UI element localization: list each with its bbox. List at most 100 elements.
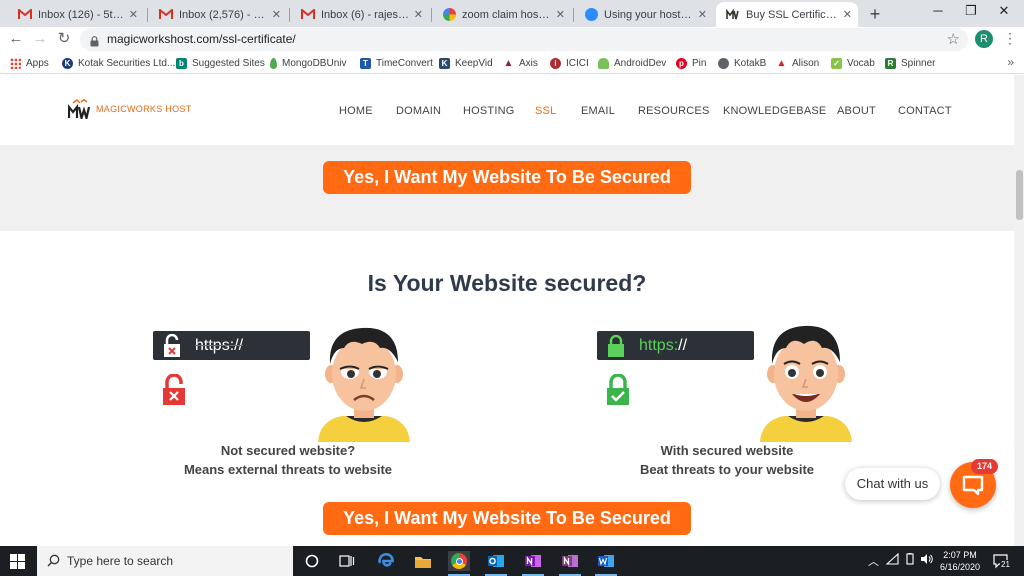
bookmark-vocab[interactable]: ✓ Vocab [831, 56, 875, 71]
bookmark-pin[interactable]: p Pin [676, 56, 706, 71]
forward-button[interactable]: → [30, 30, 50, 48]
nav-contact[interactable]: CONTACT [898, 105, 952, 117]
close-icon[interactable]: ✕ [698, 8, 707, 21]
close-icon[interactable]: ✕ [272, 8, 281, 21]
kotak-securities-icon: K [62, 58, 73, 69]
tab-title: Inbox (2,576) - rajesh.va [179, 8, 268, 21]
tab-gmail-2[interactable]: Inbox (2,576) - rajesh.va ✕ [149, 2, 287, 27]
bookmark-kotak-securities[interactable]: K Kotak Securities Ltd... [62, 56, 175, 71]
apps-grid-icon [10, 58, 21, 69]
file-explorer-icon[interactable] [412, 551, 434, 571]
site-header: MAGICWORKS HOST HOME DOMAIN HOSTING SSL … [0, 75, 1024, 145]
menu-kebab-icon[interactable]: ⋮ [1003, 30, 1017, 47]
nav-knowledgebase[interactable]: KNOWLEDGEBASE [723, 105, 826, 117]
restore-button[interactable]: ❐ [956, 3, 986, 19]
bookmark-label: TimeConvert [376, 58, 433, 69]
onenote-2016-icon[interactable] [559, 551, 581, 576]
nav-home[interactable]: HOME [339, 105, 373, 117]
tab-zoom[interactable]: Using your host key – Z ✕ [575, 2, 713, 27]
bookmark-label: ICICI [566, 58, 589, 69]
kotakb-icon [718, 58, 729, 69]
tab-ssl-certificate[interactable]: Buy SSL Certificate | Sec ✕ [716, 2, 858, 27]
clock-date: 6/16/2020 [939, 562, 981, 572]
page-scrollbar[interactable] [1014, 75, 1024, 546]
gmail-icon [18, 9, 32, 20]
secure-website-button[interactable]: Yes, I Want My Website To Be Secured [323, 161, 691, 194]
more-bookmarks-icon[interactable]: » [1007, 55, 1014, 69]
keepvid-icon: K [439, 58, 450, 69]
profile-avatar[interactable]: R [975, 30, 993, 48]
new-tab-button[interactable]: + [866, 4, 884, 25]
bookmark-kotakb[interactable]: KotakB [718, 56, 766, 71]
taskbar-search-box[interactable]: Type here to search [37, 546, 293, 576]
onenote-icon[interactable] [522, 551, 544, 576]
back-button[interactable]: ← [6, 30, 26, 48]
outlook-icon[interactable] [485, 551, 507, 576]
close-icon[interactable]: ✕ [414, 8, 423, 21]
network-icon[interactable] [885, 552, 899, 568]
nav-resources[interactable]: RESOURCES [638, 105, 709, 117]
magicworks-icon [726, 9, 740, 20]
minimize-button[interactable]: ─ [923, 3, 953, 18]
tab-title: Buy SSL Certificate | Sec [746, 8, 839, 21]
gmail-icon [301, 9, 315, 20]
tab-gmail-3[interactable]: Inbox (6) - rajesh.vartak ✕ [291, 2, 429, 27]
bookmark-spinner[interactable]: R Spinner [885, 56, 935, 71]
close-icon[interactable]: ✕ [843, 8, 852, 21]
secured-url-text: https:// [639, 337, 687, 355]
tab-google-search[interactable]: zoom claim host key - G ✕ [433, 2, 571, 27]
secure-website-button-bottom[interactable]: Yes, I Want My Website To Be Secured [323, 502, 691, 535]
tab-title: Inbox (6) - rajesh.vartak [321, 8, 410, 21]
search-placeholder: Type here to search [67, 554, 174, 568]
logo-text: MAGICWORKS HOST [96, 104, 192, 114]
address-bar[interactable]: magicworkshost.com/ssl-certificate/ ☆ [80, 28, 968, 51]
bookmark-label: Vocab [847, 58, 875, 69]
scrollbar-thumb[interactable] [1016, 170, 1023, 220]
bing-icon: b [176, 58, 187, 69]
system-clock[interactable]: 2:07 PM 6/16/2020 [937, 549, 983, 573]
bookmark-mongodb[interactable]: MongoDBUniv [270, 56, 346, 71]
icici-icon: i [550, 58, 561, 69]
close-icon[interactable]: ✕ [129, 8, 138, 21]
bookmark-label: KotakB [734, 58, 767, 69]
bookmark-androiddev[interactable]: AndroidDev [598, 56, 666, 71]
windows-start-icon[interactable] [10, 554, 25, 574]
show-hidden-icons-icon[interactable]: ︿ [868, 553, 879, 569]
secured-caption-line2: Beat threats to your website [639, 462, 815, 477]
bookmark-alison[interactable]: ▲ Alison [776, 56, 819, 71]
cortana-icon[interactable] [301, 551, 323, 571]
unsecured-caption: Not secured website? Means external thre… [158, 441, 418, 479]
battery-icon[interactable] [904, 553, 916, 568]
word-icon[interactable] [595, 551, 617, 576]
task-view-icon[interactable] [336, 551, 358, 571]
tab-gmail-1[interactable]: Inbox (126) - 5techmind ✕ [8, 2, 144, 27]
nav-email[interactable]: EMAIL [581, 105, 615, 117]
bookmark-star-icon[interactable]: ☆ [947, 30, 960, 48]
chat-with-us-label[interactable]: Chat with us [845, 468, 940, 500]
android-icon [598, 58, 609, 69]
bookmark-icici[interactable]: i ICICI [550, 56, 589, 71]
bookmark-keepvid[interactable]: K KeepVid [439, 56, 493, 71]
nav-domain[interactable]: DOMAIN [396, 105, 441, 117]
close-window-button[interactable]: ✕ [989, 3, 1019, 19]
close-icon[interactable]: ✕ [556, 8, 565, 21]
chrome-icon[interactable] [448, 551, 470, 576]
nav-hosting[interactable]: HOSTING [463, 105, 515, 117]
lock-icon[interactable] [90, 34, 99, 52]
timeconvert-icon: T [360, 58, 371, 69]
action-center-icon[interactable]: 21 [993, 554, 1011, 569]
edge-icon[interactable] [375, 551, 397, 571]
bookmark-apps[interactable]: Apps [10, 56, 49, 71]
reload-button[interactable]: ↻ [54, 30, 74, 48]
volume-icon[interactable] [920, 553, 933, 568]
site-logo[interactable]: MAGICWORKS HOST [67, 98, 192, 123]
url-text[interactable]: magicworkshost.com/ssl-certificate/ [107, 32, 296, 46]
nav-about[interactable]: ABOUT [837, 105, 876, 117]
bookmark-axis[interactable]: ▲ Axis [503, 56, 538, 71]
bookmark-timeconvert[interactable]: T TimeConvert [360, 56, 433, 71]
bookmark-suggested-sites[interactable]: b Suggested Sites [176, 56, 265, 71]
gmail-icon [159, 9, 173, 20]
bookmark-label: MongoDBUniv [282, 58, 347, 69]
secured-caption-line1: With secured website [660, 443, 794, 458]
nav-ssl[interactable]: SSL [535, 105, 556, 117]
